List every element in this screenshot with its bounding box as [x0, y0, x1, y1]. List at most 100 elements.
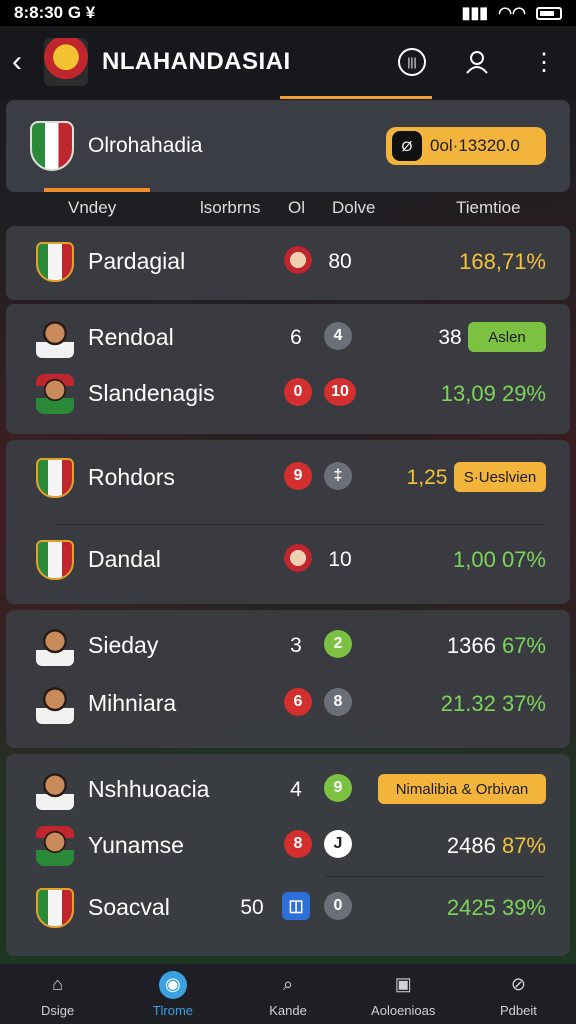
row-number: 80	[328, 250, 352, 273]
player-name: Rohdors	[88, 464, 175, 490]
player-avatar	[36, 770, 74, 810]
player-name: Nshhuoacia	[88, 776, 210, 802]
marker-badge: 8	[324, 688, 352, 716]
player-name: Soacval	[88, 894, 170, 920]
table-row[interactable]: Rendoal 6 4 38 Aslen	[6, 310, 570, 366]
marker-badge: 0	[324, 892, 352, 920]
team-name: Olrohahadia	[88, 134, 203, 157]
status-time: 8:8:30 G ¥	[14, 3, 96, 22]
row-number: 50	[240, 896, 264, 919]
battery-icon	[536, 6, 562, 20]
team-badge-icon	[36, 242, 74, 282]
row-value: 38	[438, 326, 462, 349]
player-avatar	[36, 826, 74, 866]
nav-item-documents[interactable]: ▣ Aoloenioas	[346, 964, 461, 1024]
col-header-3[interactable]: Ol	[288, 198, 305, 218]
group-5: Nshhuoacia 4 9 Nimalibia & Orbivan Yunam…	[6, 754, 570, 956]
page-title: NLAHANDASIAI	[102, 48, 291, 75]
player-name: Dandal	[88, 546, 161, 572]
row-value: 13,09 29%	[440, 381, 546, 406]
player-name: Rendoal	[88, 324, 174, 350]
row-number: 6	[290, 326, 302, 349]
row-number: 3	[290, 634, 302, 657]
back-icon[interactable]: ‹	[12, 45, 36, 79]
table-row[interactable]: Rohdors 9 ‡ 1,25 S·Ueslvien	[6, 450, 570, 506]
table-row[interactable]: Sieday 3 2 1366 67%	[6, 618, 570, 674]
table-row[interactable]: Slandenagis 0 10 13,09 29%	[6, 366, 570, 422]
marker-badge: 10	[324, 378, 356, 406]
home-icon: ⌂	[52, 974, 64, 994]
club-crest	[44, 38, 88, 86]
table-row[interactable]: Pardagial 80 168,71%	[6, 234, 570, 290]
pill-icon: Ø	[392, 131, 422, 161]
marker-badge: 2	[324, 630, 352, 658]
table-row[interactable]: Dandal 10 1,00 07%	[6, 532, 570, 588]
row-divider	[56, 524, 544, 525]
row-value: 1,00 07%	[453, 547, 546, 572]
player-avatar	[36, 684, 74, 724]
player-name: Pardagial	[88, 248, 186, 274]
wifi-icon: ◠◠	[498, 5, 526, 22]
player-name: Yunamse	[88, 832, 184, 858]
marker-badge: 8	[284, 830, 312, 858]
marker-badge: 9	[284, 462, 312, 490]
list-icon[interactable]: |||	[392, 42, 432, 82]
alert-icon: ⊘	[510, 974, 526, 994]
table-row[interactable]: Soacval 50 ◫ 0 2425 39%	[6, 880, 570, 936]
status-tag[interactable]: S·Ueslvien	[454, 462, 546, 492]
document-icon: ▣	[394, 974, 412, 994]
col-header-2[interactable]: lsorbrns	[200, 198, 260, 218]
row-value: 2486 87%	[446, 833, 546, 858]
score-pill[interactable]: Ø 0ol·13320.0	[386, 127, 546, 165]
team-badge-icon	[36, 888, 74, 928]
col-header-1[interactable]: Vndey	[68, 198, 116, 218]
marker-badge: 9	[324, 774, 352, 802]
col-header-4[interactable]: Dolve	[332, 198, 375, 218]
table-row[interactable]: Mihniara 6 8 21.32 37%	[6, 676, 570, 732]
more-vertical-icon[interactable]: ⋮	[524, 42, 564, 82]
stats-icon: ◉	[158, 970, 187, 999]
team-summary-card[interactable]: Olrohahadia Ø 0ol·13320.0	[6, 100, 570, 192]
group-4: Sieday 3 2 1366 67% Mihniara 6 8 21.32 3…	[6, 610, 570, 748]
summary-indicator	[44, 188, 150, 192]
group-1: Pardagial 80 168,71%	[6, 226, 570, 300]
table-row[interactable]: Yunamse 8 J 2486 87%	[6, 818, 570, 874]
row-value: 1366 67%	[446, 633, 546, 658]
nav-item-search[interactable]: ⌕ Kande	[230, 964, 345, 1024]
tab-indicator	[280, 96, 432, 99]
player-avatar	[36, 374, 74, 414]
group-3: Rohdors 9 ‡ 1,25 S·Ueslvien Dandal 10 1,…	[6, 440, 570, 604]
team-badge-icon	[36, 458, 74, 498]
status-tag[interactable]: Nimalibia & Orbivan	[378, 774, 546, 804]
stats-icon: ◫	[282, 892, 310, 920]
nav-item-home[interactable]: ⌂ Dsige	[0, 964, 115, 1024]
row-value: 168,71%	[459, 249, 546, 274]
team-badge-icon	[30, 121, 74, 171]
nav-item-stats[interactable]: ◉ Tlrome	[115, 964, 230, 1024]
row-value: 21.32 37%	[440, 691, 546, 716]
search-icon: ⌕	[282, 974, 294, 994]
user-icon[interactable]	[458, 42, 498, 82]
player-avatar	[36, 318, 74, 358]
marker-badge: ‡	[324, 462, 352, 490]
marker-badge: J	[324, 830, 352, 858]
pill-text: 0ol·13320.0	[430, 136, 520, 155]
nav-item-alerts[interactable]: ⊘ Pdbeit	[461, 964, 576, 1024]
row-number: 10	[328, 548, 352, 571]
status-tag[interactable]: Aslen	[468, 322, 546, 352]
col-header-5[interactable]: Tiemtioe	[456, 198, 521, 218]
row-value: 2425 39%	[446, 895, 546, 920]
bottom-navigation: ⌂ Dsige ◉ Tlrome ⌕ Kande ▣ Aoloenioas ⊘ …	[0, 964, 576, 1024]
emblem-icon	[284, 246, 312, 274]
player-name: Mihniara	[88, 690, 177, 716]
table-row[interactable]: Nshhuoacia 4 9 Nimalibia & Orbivan	[6, 762, 570, 818]
player-name: Slandenagis	[88, 380, 215, 406]
emblem-icon	[284, 544, 312, 572]
row-value: 1,25	[406, 466, 448, 489]
status-bar: 8:8:30 G ¥ ▮▮▮ ◠◠	[0, 0, 576, 26]
marker-badge: 0	[284, 378, 312, 406]
app-header: ‹ NLAHANDASIAI ||| ⋮	[0, 26, 576, 98]
group-2: Rendoal 6 4 38 Aslen Slandenagis 0 10 13…	[6, 304, 570, 434]
signal-icon: ▮▮▮	[461, 5, 489, 22]
row-divider	[324, 876, 544, 877]
